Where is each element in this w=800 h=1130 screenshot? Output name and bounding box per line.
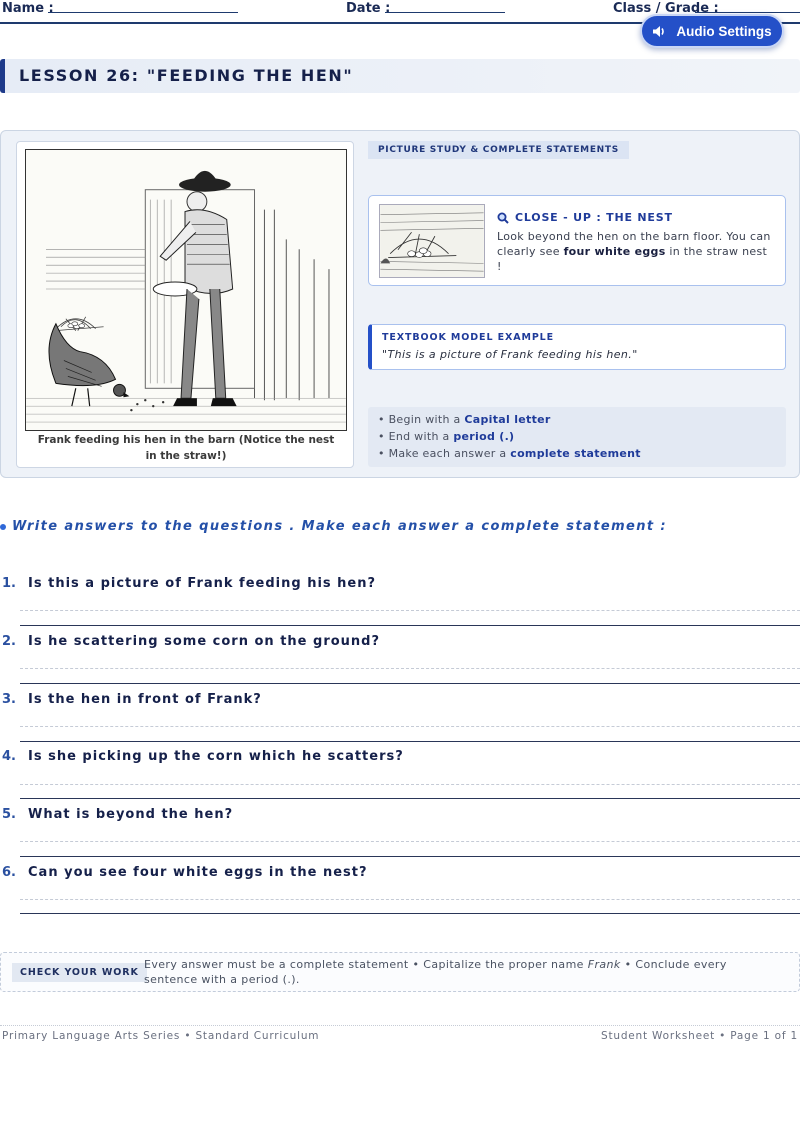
footer-series: Primary Language Arts Series • Standard … <box>2 1030 320 1042</box>
question-text: Can you see four white eggs in the nest? <box>28 865 368 880</box>
illustration-frank-feeding-hen <box>25 149 347 431</box>
rule-text: • Make each answer a <box>378 447 511 460</box>
lesson-title: LESSON 26: "FEEDING THE HEN" <box>19 66 354 85</box>
picture-study-panel: Frank feeding his hen in the barn (Notic… <box>0 130 800 478</box>
closeup-bold-text: four white eggs <box>563 245 666 258</box>
question-number: 5. <box>2 807 16 822</box>
answer-guide-line <box>20 668 800 669</box>
question-text: Is she picking up the corn which he scat… <box>28 749 404 764</box>
check-your-work-text: Every answer must be a complete statemen… <box>144 957 784 987</box>
audio-settings-label: Audio Settings <box>676 23 772 39</box>
class-grade-line[interactable] <box>695 12 800 13</box>
engraving-illustration <box>26 150 346 430</box>
nest-thumbnail <box>380 205 484 277</box>
check-your-work-box: CHECK YOUR WORK Every answer must be a c… <box>0 952 800 992</box>
picture-card: Frank feeding his hen in the barn (Notic… <box>16 141 354 468</box>
footer-divider <box>0 1025 800 1026</box>
model-example-card: TEXTBOOK MODEL EXAMPLE "This is a pictur… <box>368 324 786 370</box>
question-number: 2. <box>2 634 16 649</box>
instructions-text: Write answers to the questions . Make ea… <box>12 519 668 534</box>
question-text: What is beyond the hen? <box>28 807 234 822</box>
rule-text: • End with a <box>378 430 454 443</box>
closeup-heading-text: CLOSE - UP : THE NEST <box>515 211 673 224</box>
name-line[interactable] <box>48 12 238 13</box>
question-number: 1. <box>2 576 16 591</box>
bullet-dot <box>0 523 6 530</box>
answer-guide-line <box>20 899 800 900</box>
answer-guide-line <box>20 841 800 842</box>
answer-line[interactable] <box>20 683 800 684</box>
lesson-title-bar: LESSON 26: "FEEDING THE HEN" <box>0 59 800 93</box>
instructions: Write answers to the questions . Make ea… <box>0 519 667 534</box>
rule-text: • Begin with a <box>378 413 465 426</box>
check-your-work-label: CHECK YOUR WORK <box>12 963 147 982</box>
name-label: Name : <box>2 1 54 16</box>
model-heading: TEXTBOOK MODEL EXAMPLE <box>382 332 555 343</box>
question-text: Is the hen in front of Frank? <box>28 692 262 707</box>
answer-guide-line <box>20 726 800 727</box>
rules-box: • Begin with a Capital letter • End with… <box>368 407 786 467</box>
check-italic-text: Frank <box>587 958 621 971</box>
rule-item: • Make each answer a complete statement <box>378 445 786 462</box>
question-text: Is this a picture of Frank feeding his h… <box>28 576 377 591</box>
audio-settings-button[interactable]: Audio Settings <box>640 14 784 48</box>
rule-item: • Begin with a Capital letter <box>378 411 786 428</box>
question-number: 3. <box>2 692 16 707</box>
answer-line[interactable] <box>20 625 800 626</box>
question-text: Is he scattering some corn on the ground… <box>28 634 381 649</box>
speaker-icon <box>653 25 665 37</box>
answer-line[interactable] <box>20 798 800 799</box>
closeup-heading: CLOSE - UP : THE NEST <box>497 211 673 224</box>
rule-highlight: complete statement <box>510 447 641 460</box>
check-text: Every answer must be a complete statemen… <box>144 958 588 971</box>
question-number: 6. <box>2 865 16 880</box>
question-number: 4. <box>2 749 16 764</box>
picture-caption: Frank feeding his hen in the barn (Notic… <box>37 434 335 462</box>
date-line[interactable] <box>385 12 505 13</box>
answer-line[interactable] <box>20 856 800 857</box>
answer-guide-line <box>20 610 800 611</box>
magnifier-icon <box>497 212 509 224</box>
closeup-description: Look beyond the hen on the barn floor. Y… <box>497 229 773 274</box>
model-example-text: "This is a picture of Frank feeding his … <box>382 348 638 361</box>
date-label: Date : <box>346 1 391 16</box>
nest-closeup-image <box>379 204 485 278</box>
rule-highlight: Capital letter <box>464 413 551 426</box>
closeup-card: CLOSE - UP : THE NEST Look beyond the he… <box>368 195 786 286</box>
rule-highlight: period (.) <box>453 430 515 443</box>
picture-study-tag: PICTURE STUDY & COMPLETE STATEMENTS <box>368 141 629 159</box>
answer-line[interactable] <box>20 913 800 914</box>
rule-item: • End with a period (.) <box>378 428 786 445</box>
answer-guide-line <box>20 784 800 785</box>
footer-page: Student Worksheet • Page 1 of 1 <box>600 1030 798 1042</box>
answer-line[interactable] <box>20 741 800 742</box>
